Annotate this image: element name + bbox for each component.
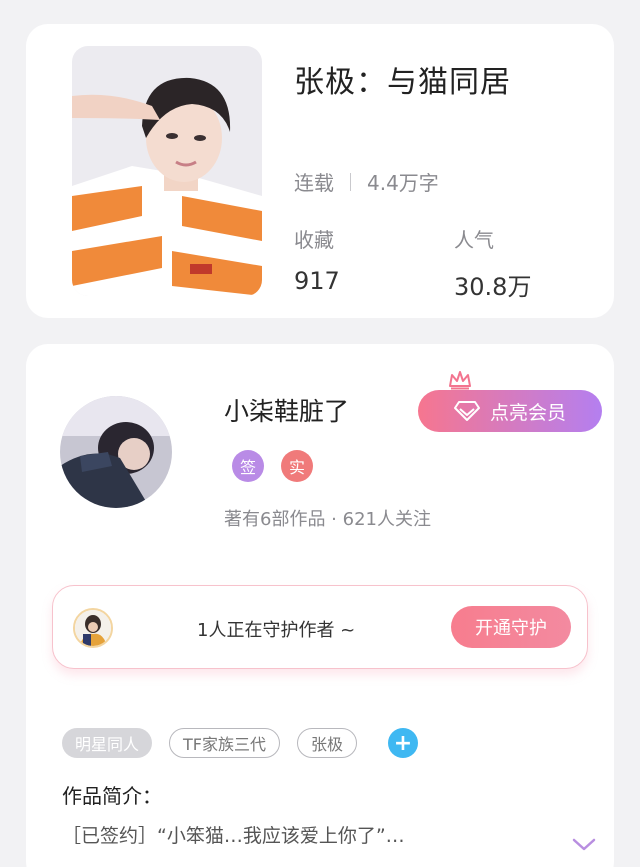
book-status-row: 连载 4.4万字: [294, 167, 439, 196]
popularity-label: 人气: [454, 228, 494, 252]
favorites-stat: 收藏 917: [294, 224, 340, 295]
author-avatar[interactable]: [60, 396, 172, 508]
add-tag-button[interactable]: +: [388, 728, 419, 758]
divider: [350, 172, 351, 191]
author-name[interactable]: 小柒鞋脏了: [224, 392, 349, 428]
tag-item[interactable]: 张极: [297, 728, 358, 758]
guard-count-text: 1人正在守护作者 ~: [197, 620, 356, 641]
tag-item[interactable]: TF家族三代: [169, 728, 280, 758]
light-up-vip-button[interactable]: 点亮会员: [418, 390, 602, 432]
open-guard-button[interactable]: 开通守护: [451, 606, 571, 648]
guard-author-banner: 1人正在守护作者 ~ 开通守护: [52, 585, 588, 669]
vip-button-label: 点亮会员: [489, 401, 566, 424]
book-status: 连载: [294, 171, 334, 195]
book-title: 张极：与猫同居: [294, 65, 511, 100]
author-card: 小柒鞋脏了 签 实 著有6部作品 · 621人关注 点亮会员 1人正在守护作者 …: [26, 344, 614, 867]
crown-icon: [449, 371, 471, 390]
diamond-icon: [453, 401, 480, 421]
signed-badge: 签: [232, 450, 264, 482]
popularity-value: 30.8万: [454, 273, 532, 301]
favorites-label: 收藏: [294, 228, 334, 252]
book-cover-image[interactable]: [72, 46, 262, 296]
intro-text: ［已签约］“小笨猫…我应该爱上你了”…: [62, 825, 405, 847]
book-info-card: 张极：与猫同居 连载 4.4万字 收藏 917 人气 30.8万: [26, 24, 614, 318]
author-badges: 签 实: [232, 450, 313, 482]
guardian-avatar[interactable]: [73, 608, 113, 648]
intro-heading: 作品简介：: [62, 784, 162, 808]
tag-item[interactable]: 明星同人: [62, 728, 153, 758]
book-word-count: 4.4万字: [367, 171, 439, 195]
popularity-stat: 人气 30.8万: [454, 224, 531, 302]
favorites-value: 917: [294, 267, 340, 295]
chevron-down-icon[interactable]: [572, 838, 596, 852]
tag-list: 明星同人 TF家族三代 张极 +: [62, 728, 419, 758]
author-stats: 著有6部作品 · 621人关注: [224, 509, 431, 530]
vip-button-wrap[interactable]: 点亮会员: [418, 370, 602, 432]
verified-badge: 实: [281, 450, 313, 482]
